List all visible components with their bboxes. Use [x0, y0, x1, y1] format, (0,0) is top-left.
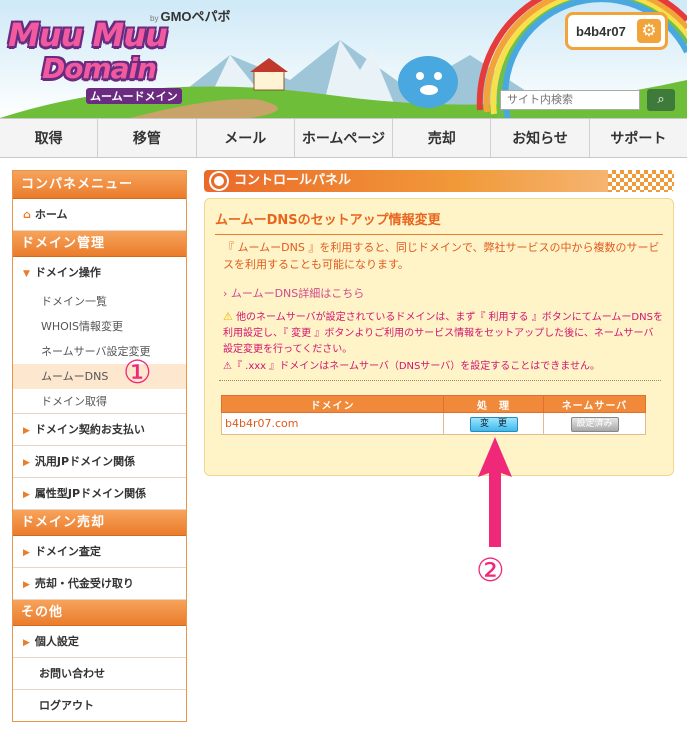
chevron-down-icon: ▼: [23, 269, 30, 279]
chevron-right-icon: ▶: [23, 638, 30, 648]
domain-table: ドメイン 処 理 ネームサーバ b4b4r07.com 変 更 設定済み: [221, 395, 646, 435]
sidebar-sub-domain-acquire[interactable]: ドメイン取得: [13, 389, 186, 414]
sidebar-item-home[interactable]: ⌂ ホーム: [13, 199, 186, 231]
sidebar-item-personal[interactable]: ▶ 個人設定: [13, 626, 186, 658]
dotted-divider: [219, 380, 661, 381]
arrow-icon: ›: [223, 287, 231, 300]
annotation-one: ①: [123, 353, 152, 391]
warning-icon: ⚠: [223, 310, 233, 323]
table-row: b4b4r07.com 変 更 設定済み: [221, 412, 646, 435]
gear-icon[interactable]: ⚙: [637, 19, 661, 43]
sidebar-item-attr-jp[interactable]: ▶ 属性型JPドメイン関係: [13, 478, 186, 510]
logo-line2: Domain: [42, 52, 157, 85]
col-domain: ドメイン: [221, 395, 444, 413]
box-title: ムームーDNSのセットアップ情報変更: [215, 209, 663, 235]
chevron-right-icon: ▶: [23, 426, 30, 436]
section-domain-sell: ドメイン売却: [13, 510, 186, 536]
nav-transfer[interactable]: 移管: [98, 119, 197, 157]
search-input[interactable]: [500, 90, 640, 110]
sidebar-sub-muumuu-dns[interactable]: ムームーDNS: [13, 364, 186, 389]
table-header: ドメイン 処 理 ネームサーバ: [221, 395, 646, 413]
panel-title: コントロールパネル: [204, 170, 674, 192]
chevron-right-icon: ▶: [23, 548, 30, 558]
sidebar-item-contact[interactable]: お問い合わせ: [13, 658, 186, 690]
chevron-right-icon: ▶: [23, 490, 30, 500]
sidebar-item-logout[interactable]: ログアウト: [13, 690, 186, 722]
nav-mail[interactable]: メール: [197, 119, 295, 157]
sidebar-item-appraisal[interactable]: ▶ ドメイン査定: [13, 536, 186, 568]
chevron-right-icon: ▶: [23, 458, 30, 468]
sidebar: コンパネメニュー ⌂ ホーム ドメイン管理 ▼ ドメイン操作 ドメイン一覧 WHOI…: [12, 170, 187, 722]
sidebar-sub-nameserver[interactable]: ネームサーバ設定変更: [13, 339, 186, 364]
nav-homepage[interactable]: ホームページ: [295, 119, 394, 157]
home-icon: ⌂: [23, 208, 31, 221]
chevron-right-icon: ▶: [23, 580, 30, 590]
warning-2: ⚠『 .xxx 』ドメインはネームサーバ（DNSサーバ）を設定することはできませ…: [223, 361, 600, 372]
checker-decoration: [608, 170, 674, 192]
sidebar-title: コンパネメニュー: [13, 171, 186, 199]
domain-cell[interactable]: b4b4r07.com: [221, 412, 444, 435]
sidebar-item-contract[interactable]: ▶ ドメイン契約お支払い: [13, 414, 186, 446]
intro-text: 『 ムームーDNS 』を利用すると、同じドメインで、弊社サービスの中から複数のサ…: [223, 241, 660, 271]
nav-news[interactable]: お知らせ: [491, 119, 590, 157]
action-cell: 変 更: [443, 412, 544, 435]
dns-detail-link[interactable]: › ムームーDNS詳細はこちら: [223, 285, 364, 301]
annotation-arrow: [478, 437, 512, 547]
gmo-pepabo-logo[interactable]: by GMOペパボ: [150, 6, 231, 25]
user-name: b4b4r07: [576, 23, 626, 39]
page: Muu Muu Domain ムームードメイン by GMOペパボ b4b4r07…: [0, 0, 687, 736]
section-domain-manage: ドメイン管理: [13, 231, 186, 257]
global-nav: 取得 移管 メール ホームページ 売却 お知らせ サポート: [0, 118, 687, 158]
change-button[interactable]: 変 更: [469, 416, 518, 432]
col-action: 処 理: [443, 395, 544, 413]
annotation-two: ②: [476, 551, 505, 589]
section-other: その他: [13, 600, 186, 626]
sidebar-sub-domain-list[interactable]: ドメイン一覧: [13, 289, 186, 314]
header: Muu Muu Domain ムームードメイン by GMOペパボ b4b4r07…: [0, 0, 687, 118]
dns-setup-box: ムームーDNSのセットアップ情報変更 『 ムームーDNS 』を利用すると、同じド…: [204, 198, 674, 476]
ns-cell: 設定済み: [543, 412, 646, 435]
search-icon: ⌕: [657, 92, 665, 107]
logo-line1: Muu Muu: [8, 16, 168, 54]
search-button[interactable]: ⌕: [647, 89, 675, 111]
sidebar-item-domain-ops[interactable]: ▼ ドメイン操作: [13, 257, 186, 289]
sidebar-item-general-jp[interactable]: ▶ 汎用JPドメイン関係: [13, 446, 186, 478]
nav-sell[interactable]: 売却: [393, 119, 492, 157]
sun-icon: [211, 173, 227, 189]
ns-configured-button[interactable]: 設定済み: [570, 416, 619, 432]
sidebar-item-sell-receive[interactable]: ▶ 売却・代金受け取り: [13, 568, 186, 600]
logo-sub: ムームードメイン: [86, 88, 182, 104]
nav-acquire[interactable]: 取得: [0, 119, 99, 157]
sidebar-sub-whois[interactable]: WHOIS情報変更: [13, 314, 186, 339]
nav-support[interactable]: サポート: [590, 119, 687, 157]
warning-icon: ⚠: [223, 361, 232, 372]
warning-1: ⚠ 他のネームサーバが設定されているドメインは、まず『 利用する 』ボタンにてム…: [223, 310, 663, 355]
col-nameserver: ネームサーバ: [543, 395, 646, 413]
muumuu-logo[interactable]: Muu Muu Domain ムームードメイン: [8, 12, 198, 104]
user-box[interactable]: b4b4r07 ⚙: [565, 12, 668, 50]
